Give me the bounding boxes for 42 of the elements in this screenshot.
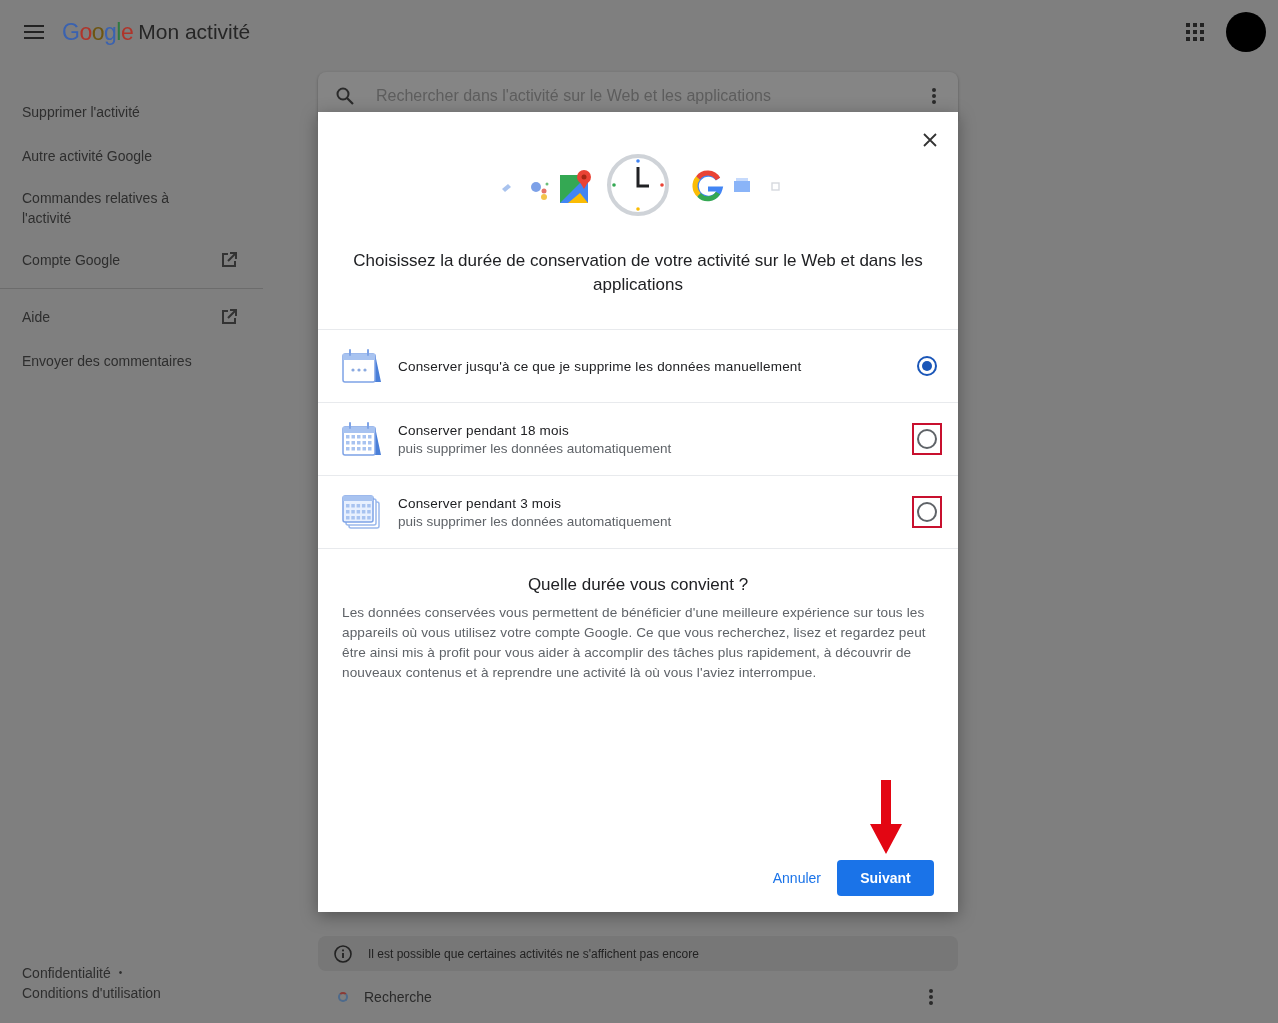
close-icon[interactable] xyxy=(923,133,937,147)
section-heading: Quelle durée vous convient ? xyxy=(526,575,750,595)
radio-button[interactable] xyxy=(917,356,937,376)
option-sublabel: puis supprimer les données automatiquement xyxy=(398,513,673,529)
app-title: Mon activité xyxy=(138,20,251,44)
radio-button[interactable] xyxy=(917,429,937,449)
cancel-button[interactable]: Annuler xyxy=(772,862,821,894)
option-sublabel: puis supprimer les données automatiquement xyxy=(398,440,673,456)
terms-link[interactable]: Conditions d'utilisation xyxy=(22,983,263,1003)
calendar-icon xyxy=(342,348,382,384)
option-label: Conserver pendant 18 mois xyxy=(398,422,570,438)
sidebar-item[interactable]: Autre activité Google xyxy=(0,134,263,178)
option-label: Conserver jusqu'à ce que je supprime les données manuellement xyxy=(398,358,803,374)
menu-icon[interactable] xyxy=(24,25,44,39)
next-button[interactable]: Suivant xyxy=(837,860,934,896)
more-options-icon[interactable] xyxy=(929,989,933,1005)
radio-button[interactable] xyxy=(917,502,937,522)
retention-option[interactable]: Conserver pendant 18 mois puis supprimer les données automatiquement xyxy=(318,403,958,476)
sidebar-item[interactable]: Compte Google xyxy=(0,238,263,282)
result-title[interactable]: Recherche xyxy=(364,989,432,1005)
external-link-icon xyxy=(221,252,237,268)
avatar-icon[interactable] xyxy=(1226,12,1266,52)
sidebar-item[interactable]: Supprimer l'activité xyxy=(0,90,263,134)
info-icon xyxy=(334,944,352,963)
privacy-link[interactable]: Confidentialité xyxy=(22,963,111,983)
apps-icon[interactable] xyxy=(1186,23,1204,41)
stacked-calendar-icon xyxy=(342,494,382,530)
logo[interactable]: Google xyxy=(62,18,134,46)
dialog-title: Choisissez la durée de conservation de votre activité sur le Web et dans les applications xyxy=(352,250,924,296)
calendar-icon xyxy=(342,421,382,457)
sidebar-item[interactable]: Commandes relatives à l'activité xyxy=(0,178,263,238)
sidebar-item[interactable]: Aide xyxy=(0,295,263,339)
more-options-icon[interactable] xyxy=(932,88,936,104)
separator-dot: • xyxy=(118,966,123,980)
description-text: Les données conservées vous permettent de bénéficier d'une meilleure expérience sur tous les appareils où vous utilisez votre compte Google. Ce que vous recherchez, lisez et regardez peut être ainsi mis à profit pour vous aider à accomplir des tâches plus rapidement, à découvrir de nouveaux contenus et à reprendre une activité là où vous l'aviez interrompue. xyxy=(342,604,927,682)
search-icon xyxy=(336,87,354,105)
option-label: Conserver pendant 3 mois xyxy=(398,495,563,511)
retention-option[interactable]: Conserver pendant 3 mois puis supprimer les données automatiquement xyxy=(318,476,958,549)
external-link-icon xyxy=(221,309,237,325)
notice-text: Il est possible que certaines activités ne s'affichent pas encore xyxy=(368,946,699,961)
retention-option[interactable]: Conserver jusqu'à ce que je supprime les données manuellement xyxy=(318,330,958,403)
sidebar-item[interactable]: Envoyer des commentaires xyxy=(0,339,263,383)
